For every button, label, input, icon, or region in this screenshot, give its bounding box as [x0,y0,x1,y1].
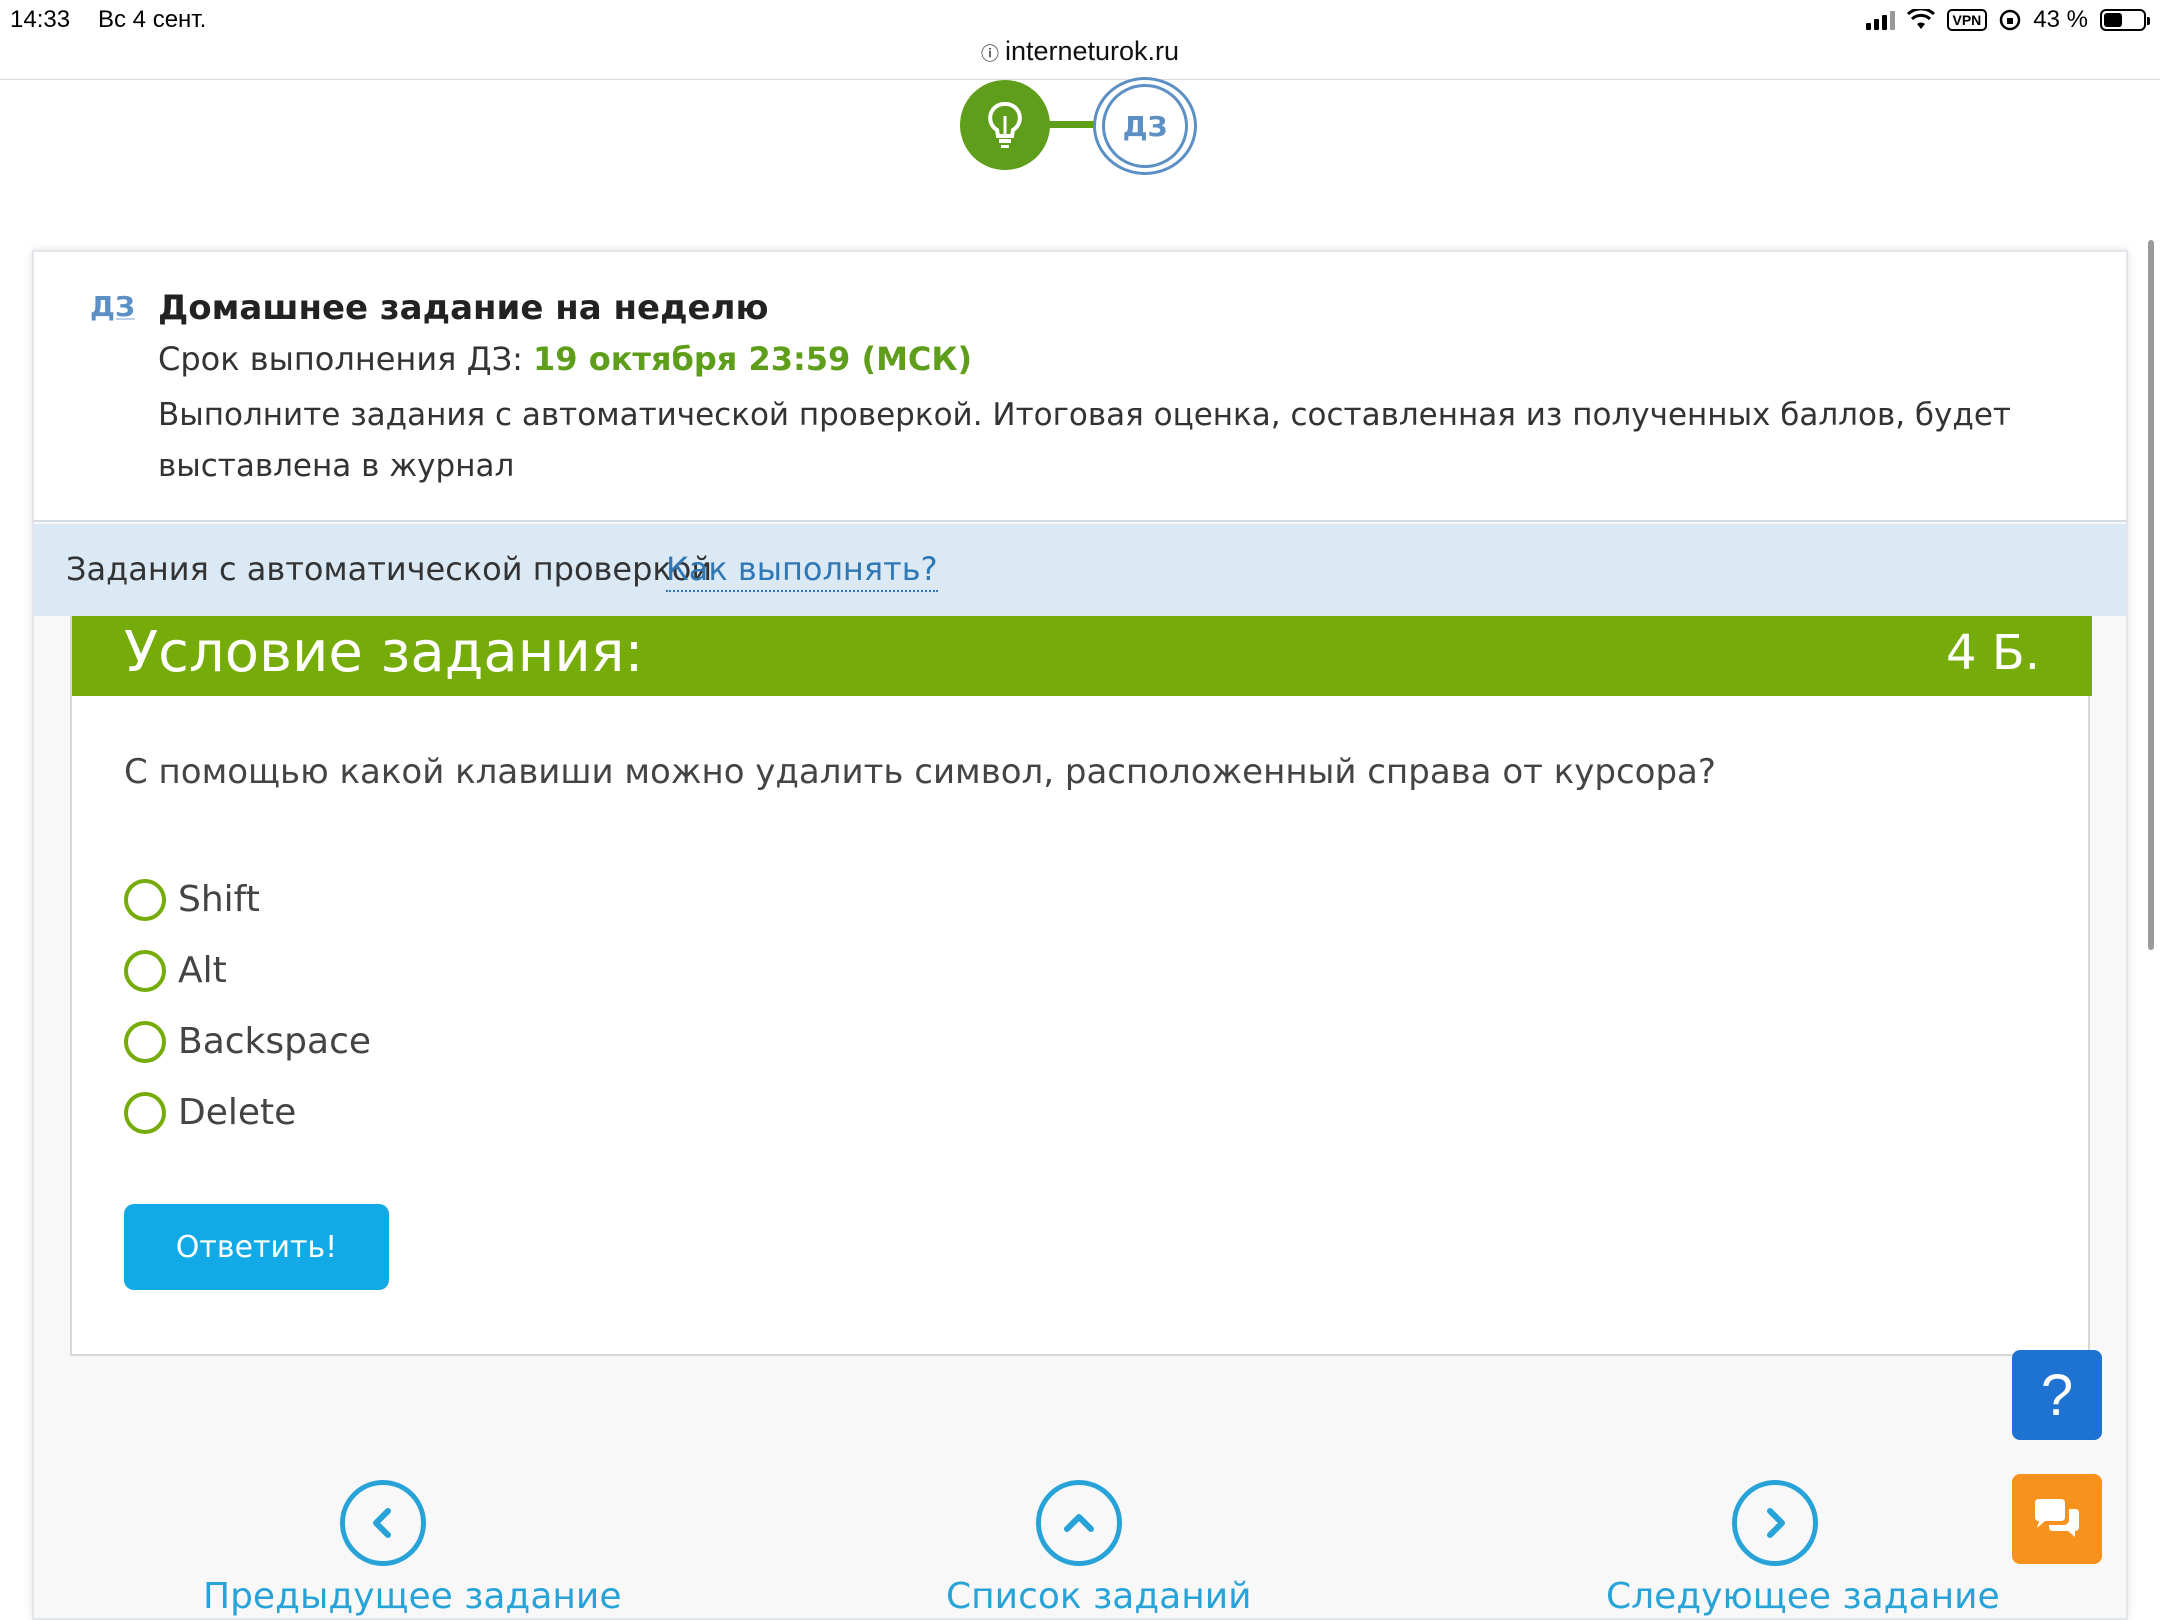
radio-button[interactable] [124,949,166,992]
homework-header: ДЗ Домашнее задание на неделю Срок выпол… [34,252,2126,522]
vpn-badge: VPN [1946,9,1988,31]
status-time: 14:33 [10,6,71,33]
cellular-signal-icon [1865,10,1895,30]
option-label: Delete [178,1092,297,1133]
prev-task-label[interactable]: Предыдущее задание [203,1576,621,1617]
site-info-icon: ⓘ [980,44,999,64]
help-button[interactable]: ? [2012,1350,2102,1440]
status-bar: 14:33 Вс 4 сент. VPN 43 % [0,0,2160,40]
homework-badge: ДЗ [90,290,135,323]
how-to-link[interactable]: Как выполнять? [666,550,938,592]
chevron-left-icon [373,1508,391,1538]
next-task-button[interactable] [1732,1480,1818,1566]
chevron-right-icon [1767,1508,1785,1538]
task-list-button[interactable] [1036,1480,1122,1566]
answer-button[interactable]: Ответить! [124,1204,389,1290]
radio-button[interactable] [124,1091,166,1134]
step-homework-label: ДЗ [1102,84,1188,168]
task-points: 4 Б. [1946,625,2040,681]
option-backspace[interactable]: Backspace [124,1006,371,1077]
status-indicators: VPN 43 % [1865,6,2150,34]
option-delete[interactable]: Delete [124,1077,371,1148]
task-question: С помощью какой клавиши можно удалить си… [124,752,1716,792]
homework-title: Домашнее задание на неделю [158,288,769,328]
answer-options: Shift Alt Backspace Delete [124,864,371,1148]
homework-card: ДЗ Домашнее задание на неделю Срок выпол… [32,250,2128,1620]
option-label: Backspace [178,1021,372,1062]
homework-description: Выполните задания с автоматической прове… [158,397,2011,484]
deadline-value: 19 октября 23:59 (МСК) [533,340,973,378]
radio-button[interactable] [124,1020,166,1063]
chat-icon [2035,1499,2079,1537]
step-lesson[interactable] [960,80,1050,170]
deadline-label: Срок выполнения ДЗ: [158,340,523,378]
status-date: Вс 4 сент. [98,6,207,33]
battery-icon [2100,9,2150,31]
chevron-up-icon [1064,1514,1094,1532]
url-text: interneturok.ru [1004,36,1180,66]
scrollbar[interactable] [2148,240,2154,950]
task-header: Условие задания: 4 Б. [72,616,2092,696]
task-list-label[interactable]: Список заданий [946,1576,1252,1617]
task-panel: Условие задания: 4 Б. С помощью какой кл… [70,616,2092,1356]
prev-task-button[interactable] [340,1480,426,1566]
option-label: Alt [178,950,227,991]
wifi-icon [1906,9,1935,29]
radio-button[interactable] [124,878,166,921]
step-homework[interactable]: ДЗ [1093,77,1197,175]
option-shift[interactable]: Shift [124,864,371,935]
orientation-lock-icon [2000,9,2021,31]
url-bar[interactable]: ⓘ interneturok.ru [0,36,2160,80]
chat-button[interactable] [2012,1474,2102,1564]
tasks-bar-label: Задания с автоматической проверкой [66,550,713,588]
option-label: Shift [178,879,260,920]
step-connector [1048,121,1096,128]
battery-percent: 43 % [2033,6,2088,33]
option-alt[interactable]: Alt [124,935,371,1006]
task-title: Условие задания: [124,620,644,685]
homework-deadline: Срок выполнения ДЗ: 19 октября 23:59 (МС… [158,340,972,378]
lightbulb-icon [988,102,1022,148]
next-task-label[interactable]: Следующее задание [1606,1576,2000,1617]
tasks-bar: Задания с автоматической проверкой Как в… [34,524,2126,616]
